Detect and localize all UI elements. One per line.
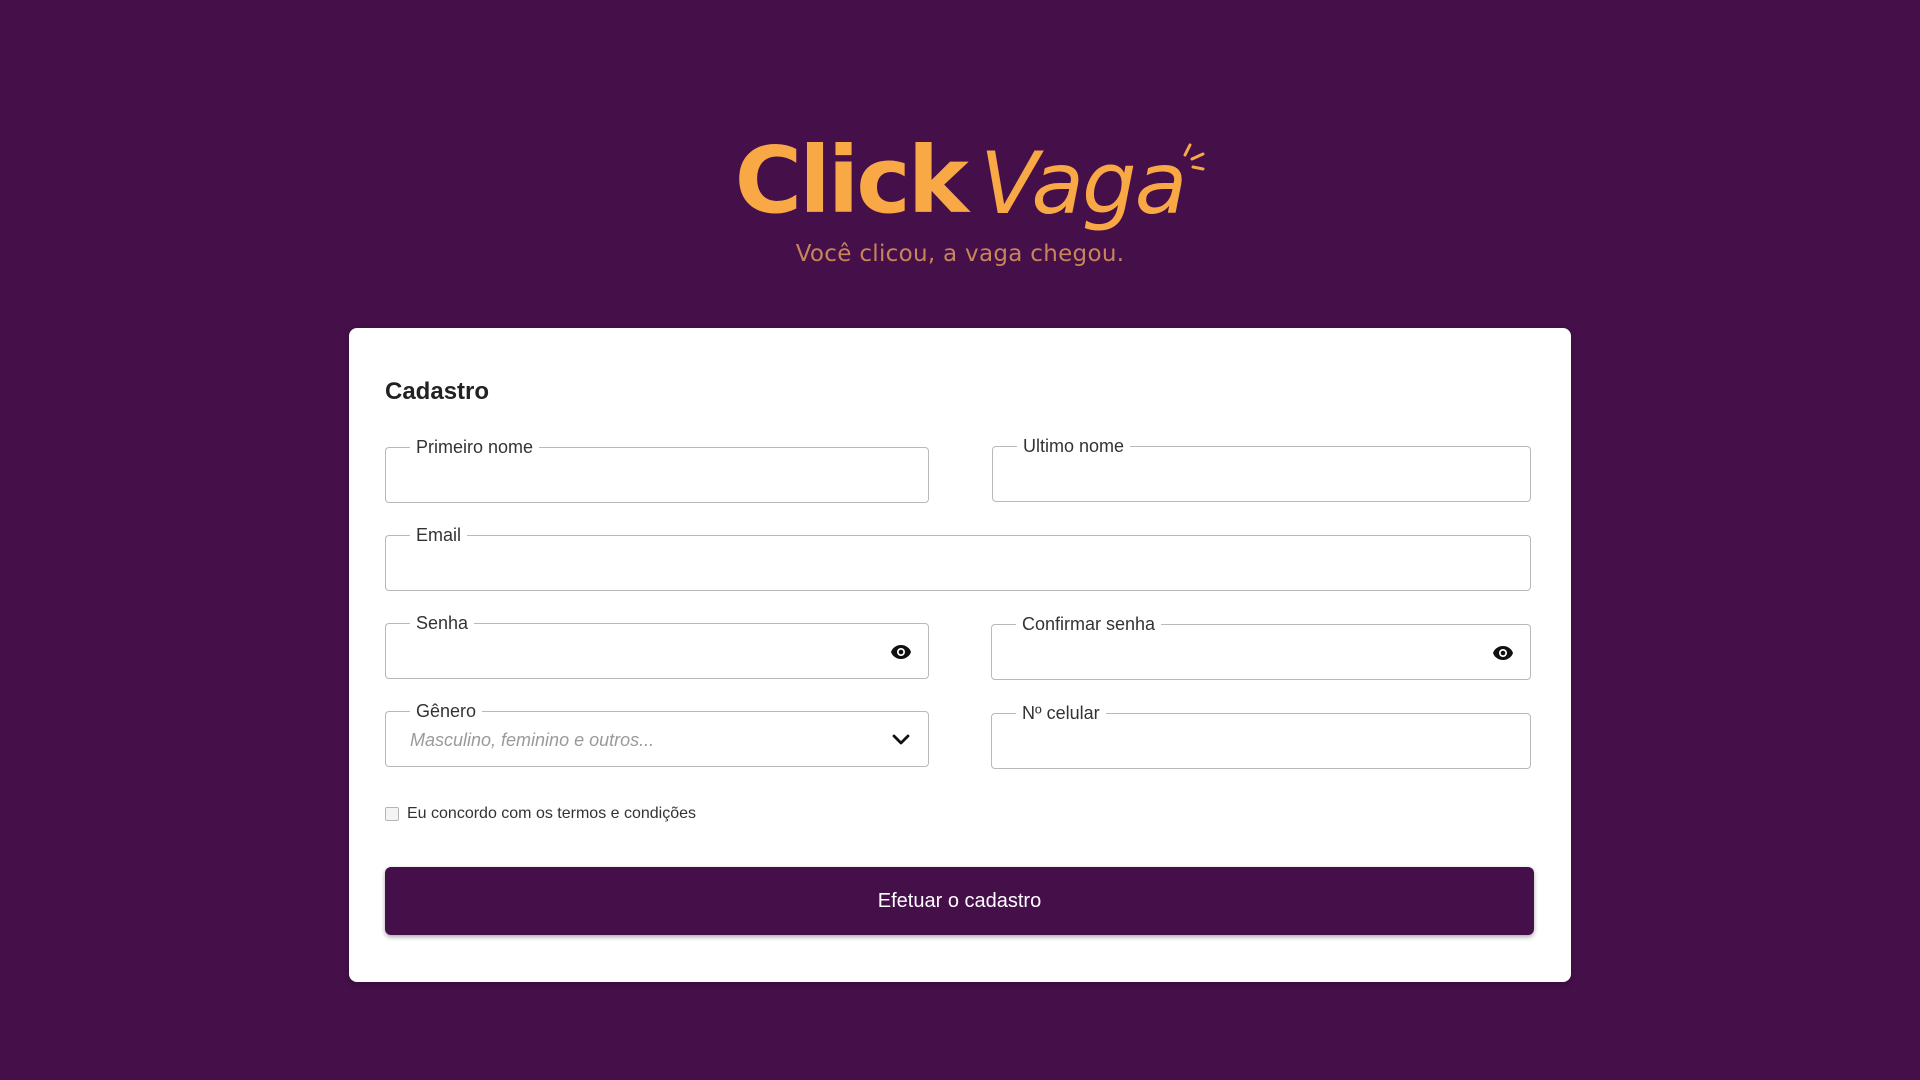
- phone-field[interactable]: Nº celular: [991, 702, 1531, 769]
- form-title: Cadastro: [385, 378, 490, 405]
- logo-text-click: Click: [734, 127, 969, 234]
- last-name-label: Ultimo nome: [1017, 435, 1131, 457]
- submit-button[interactable]: Efetuar o cadastro: [385, 867, 1534, 935]
- password-input[interactable]: [410, 642, 868, 663]
- terms-agreement[interactable]: Eu concordo com os termos e condições: [385, 805, 696, 823]
- first-name-field[interactable]: Primeiro nome: [385, 436, 929, 503]
- first-name-label: Primeiro nome: [410, 436, 540, 458]
- logo-tagline: Você clicou, a vaga chegou.: [795, 241, 1125, 267]
- email-label: Email: [410, 524, 468, 546]
- first-name-input[interactable]: [410, 466, 868, 487]
- gender-label: Gênero: [410, 700, 483, 722]
- signup-card: Cadastro Primeiro nome Ultimo nome Email…: [349, 328, 1571, 982]
- eye-icon[interactable]: [1490, 640, 1516, 666]
- terms-label: Eu concordo com os termos e condições: [407, 805, 697, 822]
- password-label: Senha: [410, 612, 475, 634]
- phone-label: Nº celular: [1016, 702, 1106, 724]
- confirm-password-label: Confirmar senha: [1016, 613, 1162, 635]
- terms-checkbox[interactable]: [385, 807, 399, 821]
- email-input[interactable]: [410, 554, 1470, 575]
- last-name-input[interactable]: [1017, 465, 1470, 486]
- gender-select[interactable]: Gênero: [385, 700, 929, 767]
- gender-input[interactable]: [410, 730, 868, 751]
- confirm-password-field[interactable]: Confirmar senha: [991, 613, 1531, 680]
- eye-icon[interactable]: [888, 639, 914, 665]
- brand-logo: Click Vaga Você clicou, a vaga chegou.: [0, 135, 1920, 267]
- chevron-down-icon[interactable]: [888, 727, 914, 753]
- phone-input[interactable]: [1016, 732, 1470, 753]
- confirm-password-input[interactable]: [1016, 643, 1470, 664]
- last-name-field[interactable]: Ultimo nome: [992, 435, 1531, 502]
- logo-text-vaga: Vaga: [979, 134, 1187, 234]
- spark-icon: [1183, 143, 1205, 171]
- logo-wordmark: Click Vaga: [734, 127, 1205, 234]
- password-field[interactable]: Senha: [385, 612, 929, 679]
- signup-page: Click Vaga Você clicou, a vaga chegou. C…: [0, 0, 1920, 1080]
- email-field[interactable]: Email: [385, 524, 1531, 591]
